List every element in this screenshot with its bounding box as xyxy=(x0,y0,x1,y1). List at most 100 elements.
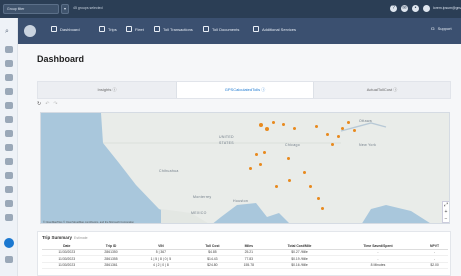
sidebar-item-11[interactable] xyxy=(5,186,13,193)
map-label: Chihuahua xyxy=(159,169,179,173)
table-row[interactable]: 11/30/2023 2861361 4 | 2 | 0 | 8 $24.80 … xyxy=(42,262,448,269)
summary-title-text: Trip Summary xyxy=(42,235,73,240)
nav-trips[interactable]: Trips xyxy=(99,26,117,32)
group-note: 45 groups selected xyxy=(73,6,103,10)
services-icon xyxy=(253,26,259,32)
sidebar-item-8[interactable] xyxy=(5,144,13,151)
map-label: Chicago xyxy=(285,143,300,147)
map-label: Monterrey xyxy=(193,195,212,199)
table-cell: $2.00 xyxy=(421,262,448,269)
map-marker[interactable] xyxy=(317,197,320,200)
table-cell: 2861361 xyxy=(91,262,131,269)
map-marker[interactable] xyxy=(337,135,340,138)
undo-icon[interactable]: ↶ xyxy=(45,101,49,107)
zoom-control: ⤢ + − xyxy=(442,201,449,223)
map-marker[interactable] xyxy=(287,157,290,160)
map-marker[interactable] xyxy=(309,185,312,188)
nav-toll-transactions[interactable]: Toll Transactions xyxy=(154,26,193,32)
tab-actual-toll-cost[interactable]: ActualTollCost ⓘ xyxy=(314,82,450,98)
toll-icon xyxy=(154,26,160,32)
main-nav: Dashboard Trips Fleet Toll Transactions … xyxy=(18,18,461,44)
nav-label: Trips xyxy=(108,26,117,32)
sidebar-item-2[interactable] xyxy=(5,60,13,67)
group-select[interactable]: Group filter xyxy=(3,4,59,14)
nav-dashboard[interactable]: Dashboard xyxy=(51,26,80,32)
redo-icon[interactable]: ↷ xyxy=(53,101,57,107)
map-marker[interactable] xyxy=(288,179,291,182)
trip-summary-table: Date Trip ID VIN Toll Cost Miles Total C… xyxy=(42,243,448,269)
map-marker[interactable] xyxy=(353,129,356,132)
map-label: Ottawa xyxy=(359,119,372,123)
sidebar-item-4[interactable] xyxy=(5,88,13,95)
sidebar-item-10[interactable] xyxy=(5,172,13,179)
map-marker[interactable] xyxy=(259,123,263,127)
tab-bar: Insights ⓘ GPSCalculatedTolls ⓘ ActualTo… xyxy=(37,81,451,99)
nav-label: Toll Documents xyxy=(212,26,240,32)
refresh-icon[interactable]: ↻ xyxy=(37,101,41,107)
sidebar-item-15[interactable] xyxy=(5,256,13,263)
main-content: Dashboard Insights ⓘ GPSCalculatedTolls … xyxy=(18,44,461,276)
map-marker[interactable] xyxy=(275,185,278,188)
trip-summary-title: Trip Summary Estimate xyxy=(42,235,88,240)
mail-icon[interactable]: ✉ xyxy=(401,5,408,12)
sidebar-item-5[interactable] xyxy=(5,102,13,109)
nav-label: Additional Services xyxy=(262,26,297,32)
map-marker[interactable] xyxy=(249,167,252,170)
map-label: STATES xyxy=(219,141,234,145)
map-marker[interactable] xyxy=(272,121,275,124)
sidebar-item-12[interactable] xyxy=(5,200,13,207)
page-title: Dashboard xyxy=(37,54,85,64)
map-marker[interactable] xyxy=(293,127,296,130)
map-marker[interactable] xyxy=(321,207,324,210)
avatar[interactable] xyxy=(423,5,430,12)
table-cell: $24.80 xyxy=(191,262,234,269)
map-marker[interactable] xyxy=(347,121,350,124)
zoom-out-button[interactable]: − xyxy=(445,216,448,222)
expand-icon[interactable]: ⤢ xyxy=(444,202,448,208)
top-bar: Group filter ▾ 45 groups selected ? ✉ • … xyxy=(0,0,461,18)
tab-insights[interactable]: Insights ⓘ xyxy=(38,82,176,98)
map-marker[interactable] xyxy=(326,133,329,136)
map-view[interactable]: UNITED STATES Chihuahua Monterrey MEXICO… xyxy=(40,112,450,224)
map-marker[interactable] xyxy=(265,127,269,131)
nav-fleet[interactable]: Fleet xyxy=(126,26,144,32)
map-marker[interactable] xyxy=(303,171,306,174)
support-label: Support xyxy=(437,26,452,31)
help-icon[interactable]: ? xyxy=(390,5,397,12)
map-marker[interactable] xyxy=(259,163,262,166)
sidebar-item-1[interactable] xyxy=(5,46,13,53)
sidebar-item-7[interactable] xyxy=(5,130,13,137)
map-label: MEXICO xyxy=(191,211,207,215)
map-canvas xyxy=(101,113,449,223)
sidebar-item-active[interactable] xyxy=(4,238,14,248)
trips-icon xyxy=(99,26,105,32)
map-marker[interactable] xyxy=(331,143,334,146)
map-marker[interactable] xyxy=(255,153,258,156)
map-label: Houston xyxy=(233,199,249,203)
sidebar-item-6[interactable] xyxy=(5,116,13,123)
map-marker[interactable] xyxy=(263,151,266,154)
sidebar-item-13[interactable] xyxy=(5,214,13,221)
table-cell: 8 Minutes xyxy=(334,262,422,269)
map-marker[interactable] xyxy=(315,125,318,128)
sidebar-item-3[interactable] xyxy=(5,74,13,81)
table-cell: 11/30/2023 xyxy=(42,262,92,269)
map-marker[interactable] xyxy=(282,123,285,126)
search-icon[interactable]: ⌕ xyxy=(5,28,13,35)
user-name[interactable]: lorem.ipsum@gmail.com xyxy=(433,6,461,10)
nav-toll-documents[interactable]: Toll Documents xyxy=(203,26,239,32)
sidebar: ⌕ xyxy=(0,18,18,276)
sidebar-item-9[interactable] xyxy=(5,158,13,165)
logo xyxy=(24,25,36,37)
tab-gps-calculated-tolls[interactable]: GPSCalculatedTolls ⓘ xyxy=(176,82,314,98)
support-link[interactable]: ☊ Support xyxy=(431,26,452,31)
map-attribution: © OpenMapTiles © OpenStreetMap contribut… xyxy=(43,221,134,224)
nav-label: Fleet xyxy=(135,26,144,32)
map-marker[interactable] xyxy=(341,127,344,130)
chevron-down-icon[interactable]: ▾ xyxy=(61,4,69,14)
table-cell: 4 | 2 | 0 | 8 xyxy=(130,262,192,269)
nav-additional-services[interactable]: Additional Services xyxy=(253,26,296,32)
bell-icon[interactable]: • xyxy=(412,5,419,12)
map-label: New York xyxy=(359,143,377,147)
zoom-in-button[interactable]: + xyxy=(445,209,448,215)
